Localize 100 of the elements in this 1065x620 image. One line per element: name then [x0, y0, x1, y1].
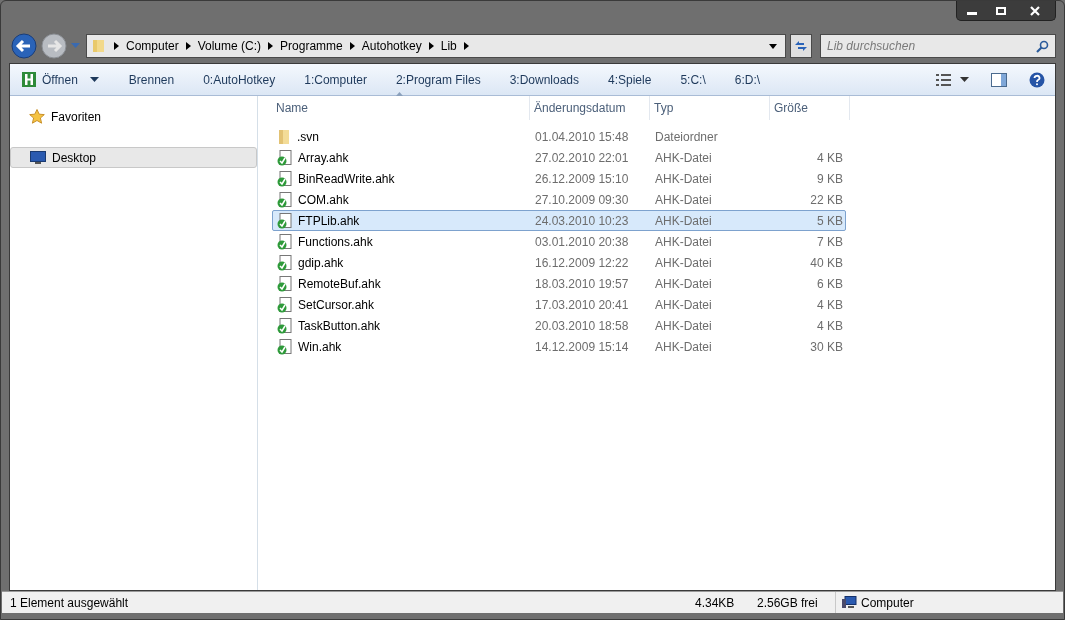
sidebar-item[interactable]: Desktop	[10, 147, 257, 168]
size-cell-text: 5 KB	[817, 212, 843, 230]
sidebar-item[interactable]: Favoriten	[10, 106, 257, 127]
breadcrumb-arrow-icon[interactable]	[268, 42, 274, 50]
file-row[interactable]: .svn 01.04.2010 15:48 Dateiordner	[272, 126, 846, 147]
script-file-icon	[277, 149, 292, 166]
column-header[interactable]: Änderungsdatum	[530, 96, 650, 120]
breadcrumb-arrow-icon[interactable]	[463, 42, 469, 50]
date-cell: 20.03.2010 18:58	[535, 318, 629, 333]
type-cell: AHK-Datei	[655, 276, 712, 291]
file-row[interactable]: Functions.ahk 03.01.2010 20:38 AHK-Datei 7 KB	[272, 231, 846, 252]
breadcrumb-arrow-icon[interactable]	[114, 42, 119, 50]
refresh-button[interactable]	[790, 34, 812, 58]
file-row[interactable]: FTPLib.ahk 24.03.2010 10:23 AHK-Datei 5 KB	[272, 210, 846, 231]
breadcrumb-item[interactable]: Autohotkey	[361, 37, 422, 55]
status-text: 1 Element ausgewählt	[10, 594, 130, 612]
toolbar-button[interactable]: 2:Program Files	[395, 70, 481, 89]
breadcrumb-item[interactable]: Volume (C:)	[197, 37, 262, 55]
file-row[interactable]: COM.ahk 27.10.2009 09:30 AHK-Datei 22 KB	[272, 189, 846, 210]
size-cell-text: 4 KB	[817, 149, 843, 167]
search-icon[interactable]	[1036, 39, 1049, 53]
type-cell: Dateiordner	[655, 129, 718, 144]
computer-icon	[842, 596, 857, 609]
selection-size: 4.34KB	[695, 594, 736, 612]
script-file-icon	[277, 254, 292, 271]
refresh-icon	[794, 40, 808, 52]
toolbar-button[interactable]: 6:D:\	[734, 70, 761, 89]
date-cell: 27.02.2010 22:01	[535, 150, 629, 165]
forward-icon[interactable]	[41, 33, 67, 59]
file-name: TaskButton.ahk	[298, 317, 381, 335]
caret-icon	[89, 77, 99, 82]
file-row[interactable]: TaskButton.ahk 20.03.2010 18:58 AHK-Datei 4 KB	[272, 315, 846, 336]
toolbar-button[interactable]: 3:Downloads	[509, 70, 579, 89]
dropdown-arrow-icon[interactable]	[769, 43, 777, 49]
column-header[interactable]: Größe	[770, 96, 850, 120]
file-row[interactable]: gdip.ahk 16.12.2009 12:22 AHK-Datei 40 KB	[272, 252, 846, 273]
script-file-icon	[277, 233, 292, 250]
breadcrumb-item[interactable]: Computer	[126, 37, 179, 55]
folder-icon	[277, 128, 291, 145]
breadcrumb-arrow-icon[interactable]	[428, 42, 434, 50]
file-row[interactable]: BinReadWrite.ahk 26.12.2009 15:10 AHK-Datei 9 KB	[272, 168, 846, 189]
view-list-icon[interactable]	[936, 73, 952, 86]
date-cell: 24.03.2010 10:23	[535, 213, 629, 228]
monitor-icon	[30, 151, 46, 164]
toolbar-button[interactable]: 5:C:\	[680, 70, 706, 89]
size-cell-text: 40 KB	[810, 254, 843, 272]
app-icon	[22, 72, 36, 87]
back-icon[interactable]	[11, 33, 37, 59]
type-cell: AHK-Datei	[655, 297, 712, 312]
file-row[interactable]: RemoteBuf.ahk 18.03.2010 19:57 AHK-Datei 6 KB	[272, 273, 846, 294]
file-row[interactable]: Win.ahk 14.12.2009 15:14 AHK-Datei 30 KB	[272, 336, 846, 357]
script-file-icon	[277, 170, 292, 187]
type-cell: AHK-Datei	[655, 234, 712, 249]
column-header[interactable]: Typ	[650, 96, 770, 120]
size-cell-text: 6 KB	[817, 275, 843, 293]
file-name: Array.ahk	[298, 149, 349, 167]
address-bar[interactable]: Computer Volume (C:) Programme Autohotkey Lib	[86, 34, 786, 58]
help-icon[interactable]	[1029, 71, 1045, 88]
script-file-icon	[277, 317, 292, 334]
toolbar-button[interactable]: Brennen	[128, 70, 175, 89]
file-name: COM.ahk	[298, 191, 349, 209]
location-text: Computer	[861, 594, 914, 612]
file-name: SetCursor.ahk	[298, 296, 375, 314]
free-space: 2.56GB frei	[757, 594, 819, 612]
date-cell: 18.03.2010 19:57	[535, 276, 629, 291]
star-icon	[29, 109, 45, 124]
date-cell: 01.04.2010 15:48	[535, 129, 629, 144]
breadcrumb-arrow-icon[interactable]	[349, 42, 355, 50]
date-cell: 26.12.2009 15:10	[535, 171, 629, 186]
folder-icon	[91, 38, 107, 54]
file-row[interactable]: Array.ahk 27.02.2010 22:01 AHK-Datei 4 KB	[272, 147, 846, 168]
type-cell: AHK-Datei	[655, 150, 712, 165]
size-cell-text: 7 KB	[817, 233, 843, 251]
breadcrumb-item[interactable]: Lib	[440, 37, 457, 55]
search-field[interactable]: Lib durchsuchen	[820, 34, 1056, 58]
size-cell-text: 4 KB	[817, 296, 843, 314]
file-name: gdip.ahk	[298, 254, 344, 272]
toolbar-button[interactable]: 0:AutoHotkey	[203, 70, 276, 89]
breadcrumb-item[interactable]: Programme	[280, 37, 343, 55]
type-cell: AHK-Datei	[655, 255, 712, 270]
preview-pane-icon[interactable]	[991, 72, 1007, 87]
breadcrumb-arrow-icon[interactable]	[185, 42, 191, 50]
script-file-icon	[277, 191, 292, 208]
date-cell: 16.12.2009 12:22	[535, 255, 629, 270]
file-name: RemoteBuf.ahk	[298, 275, 381, 293]
open-menu-button[interactable]: Öffnen	[22, 70, 99, 89]
file-row[interactable]: SetCursor.ahk 17.03.2010 20:41 AHK-Datei 4 KB	[272, 294, 846, 315]
size-cell-text: 9 KB	[817, 170, 843, 188]
caret-icon[interactable]	[960, 77, 969, 82]
sort-arrow-icon	[396, 92, 403, 96]
type-cell: AHK-Datei	[655, 339, 712, 354]
search-input: Lib durchsuchen	[827, 37, 1036, 55]
file-name: Functions.ahk	[298, 233, 373, 251]
script-file-icon	[277, 275, 292, 292]
file-name: BinReadWrite.ahk	[298, 170, 395, 188]
file-name: .svn	[297, 128, 319, 146]
toolbar-button[interactable]: 4:Spiele	[608, 70, 652, 89]
file-name: Win.ahk	[298, 338, 342, 356]
toolbar-button[interactable]: 1:Computer	[304, 70, 367, 89]
size-cell-text: 30 KB	[810, 338, 843, 356]
